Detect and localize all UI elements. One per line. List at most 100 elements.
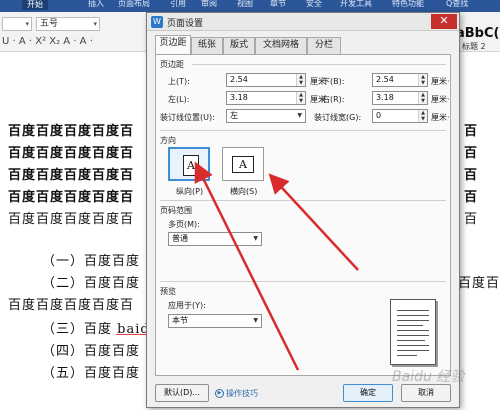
preview-line xyxy=(397,345,429,346)
right-margin-value: 3.18 xyxy=(376,93,394,102)
doc-line-fragment: 百 xyxy=(464,190,479,205)
left-margin-label: 左(L): xyxy=(168,95,190,104)
tab-document-grid[interactable]: 文档网格 xyxy=(255,37,307,54)
unit-dropdown[interactable]: 厘米· xyxy=(431,94,450,105)
doc-line-fragment: 百度百 xyxy=(458,276,500,291)
spinner-arrows-icon[interactable]: ▲ ▼ xyxy=(296,74,305,86)
divider xyxy=(192,64,446,65)
doc-line-fragment: 百 xyxy=(464,146,479,161)
tab-layout[interactable]: 版式 xyxy=(223,37,255,54)
tab-paper[interactable]: 纸张 xyxy=(191,37,223,54)
gutter-width-label: 装订线宽(G): xyxy=(314,113,362,122)
gutter-position-label: 装订线位置(U): xyxy=(160,113,215,122)
dialog-title: 页面设置 xyxy=(167,19,204,29)
menu-chapter[interactable]: 章节 xyxy=(270,0,286,8)
doc-line-fragment: 百 xyxy=(464,212,479,227)
unit-dropdown[interactable]: 厘米· xyxy=(431,76,450,87)
preview-line xyxy=(397,335,429,336)
apply-to-select[interactable]: 本节 ▼ xyxy=(168,314,262,328)
apply-to-label: 应用于(Y): xyxy=(168,301,206,310)
left-margin-input[interactable]: 3.18 ▲ ▼ xyxy=(226,91,306,105)
tips-label: 操作技巧 xyxy=(226,389,258,398)
play-icon: ▶ xyxy=(215,389,224,398)
portrait-label: 纵向(P) xyxy=(176,187,204,196)
right-margin-input[interactable]: 3.18 ▲ ▼ xyxy=(372,91,428,105)
bottom-margin-value: 2.54 xyxy=(376,75,394,84)
preview-line xyxy=(397,315,429,316)
list-item: （五）百度百度 xyxy=(42,366,141,381)
font-size-box[interactable]: 五号 ▾ xyxy=(36,17,100,31)
divider xyxy=(160,200,446,201)
margins-group-label: 页边距 xyxy=(160,60,184,69)
menu-page-layout[interactable]: 页面布局 xyxy=(118,0,150,8)
portrait-page-icon: A xyxy=(183,155,199,176)
default-button[interactable]: 默认(D)... xyxy=(155,384,209,402)
gutter-position-value: 左 xyxy=(230,111,238,120)
menu-security[interactable]: 安全 xyxy=(306,0,322,8)
menu-bar: 开始 插入 页面布局 引用 审阅 视图 章节 安全 开发工具 特色功能 Q查找 xyxy=(0,0,500,12)
menu-features[interactable]: 特色功能 xyxy=(392,0,424,8)
close-button[interactable]: ✕ xyxy=(431,14,457,29)
style-name: 标题 2 xyxy=(462,42,486,51)
font-size-value: 五号 xyxy=(40,19,59,29)
portrait-option[interactable]: A xyxy=(168,147,210,181)
chevron-down-icon: ▼ xyxy=(253,235,258,242)
font-name-box[interactable]: ▾ xyxy=(2,17,32,31)
menu-developer[interactable]: 开发工具 xyxy=(340,0,372,8)
doc-line: 百度百度百度百度百 xyxy=(8,124,135,139)
margins-panel: 页边距 上(T): 2.54 ▲ ▼ 厘米· 下(B): 2.54 ▲ ▼ 厘米· … xyxy=(155,54,451,376)
landscape-option[interactable]: A xyxy=(222,147,264,181)
landscape-page-icon: A xyxy=(232,156,254,173)
watermark: Baidu 经验 xyxy=(392,369,465,385)
preview-line xyxy=(397,340,425,341)
doc-line: 百度百度百度百度百 xyxy=(8,168,135,183)
spellcheck-underline xyxy=(116,334,146,335)
spinner-arrows-icon[interactable]: ▲ ▼ xyxy=(418,110,427,122)
doc-line: 百度百度百度百度百 xyxy=(8,212,135,227)
divider xyxy=(160,130,446,131)
divider xyxy=(160,281,446,282)
gutter-position-select[interactable]: 左 ▼ xyxy=(226,109,306,123)
list-item: （二）百度百度 xyxy=(42,276,141,291)
menu-search[interactable]: Q查找 xyxy=(446,0,468,8)
spinner-arrows-icon[interactable]: ▲ ▼ xyxy=(418,74,427,86)
apply-to-value: 本节 xyxy=(172,316,188,325)
dialog-titlebar[interactable]: W 页面设置 ✕ xyxy=(147,13,459,31)
doc-line: 百度百度百度百度百 xyxy=(8,298,135,313)
orientation-group-label: 方向 xyxy=(160,136,176,145)
top-margin-label: 上(T): xyxy=(168,77,190,86)
pages-group-label: 页码范围 xyxy=(160,206,192,215)
tips-link[interactable]: ▶ 操作技巧 xyxy=(215,388,258,399)
tab-columns[interactable]: 分栏 xyxy=(307,37,341,54)
top-margin-input[interactable]: 2.54 ▲ ▼ xyxy=(226,73,306,87)
chevron-down-icon: ▾ xyxy=(93,20,97,28)
cancel-button[interactable]: 取消 xyxy=(401,384,451,402)
preview-group-label: 预览 xyxy=(160,287,176,296)
left-margin-value: 3.18 xyxy=(230,93,248,102)
preview-line xyxy=(397,320,429,321)
spinner-arrows-icon[interactable]: ▲ ▼ xyxy=(296,92,305,104)
app-icon: W xyxy=(151,16,163,28)
ok-button[interactable]: 确定 xyxy=(343,384,393,402)
style-preview[interactable]: aBbC( xyxy=(456,26,499,41)
tab-margins[interactable]: 页边距 xyxy=(155,35,191,54)
menu-insert[interactable]: 插入 xyxy=(88,0,104,8)
preview-line xyxy=(397,325,423,326)
format-toolbar[interactable]: U · A · X² X₂ A · A · xyxy=(2,36,93,47)
menu-view[interactable]: 视图 xyxy=(237,0,253,8)
menu-review[interactable]: 审阅 xyxy=(201,0,217,8)
chevron-down-icon: ▼ xyxy=(297,112,302,119)
menu-home[interactable]: 开始 xyxy=(22,0,48,10)
doc-line: 百度百度百度百度百 xyxy=(8,190,135,205)
top-margin-value: 2.54 xyxy=(230,75,248,84)
doc-line: 百度百度百度百度百 xyxy=(8,146,135,161)
gutter-width-input[interactable]: 0 ▲ ▼ xyxy=(372,109,428,123)
spinner-arrows-icon[interactable]: ▲ ▼ xyxy=(418,92,427,104)
unit-dropdown[interactable]: 厘米· xyxy=(431,112,450,123)
menu-references[interactable]: 引用 xyxy=(170,0,186,8)
bottom-margin-input[interactable]: 2.54 ▲ ▼ xyxy=(372,73,428,87)
list-item: （一）百度百度 xyxy=(42,254,141,269)
doc-line-fragment: 百 xyxy=(464,168,479,183)
preview-line xyxy=(397,350,429,351)
multiple-pages-select[interactable]: 普通 ▼ xyxy=(168,232,262,246)
